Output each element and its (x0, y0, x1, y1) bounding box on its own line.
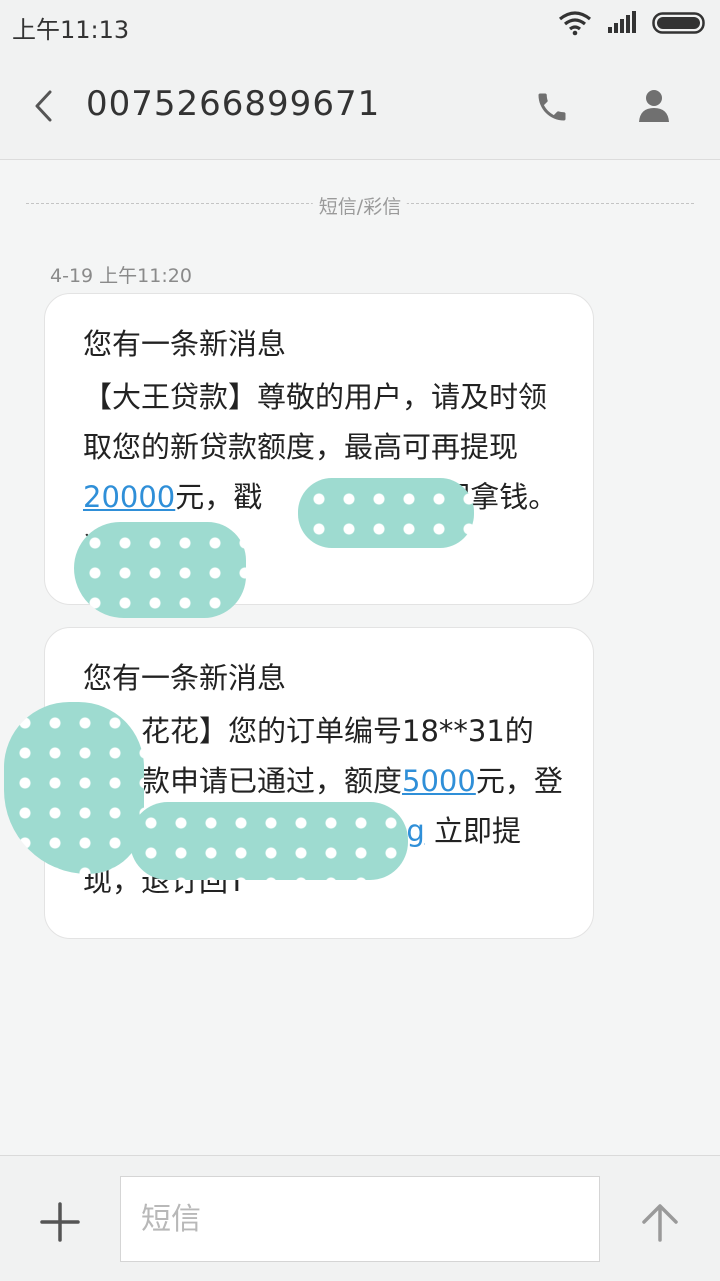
compose-bar (0, 1155, 720, 1281)
redaction-mark (130, 802, 408, 880)
redaction-mark (298, 478, 474, 548)
battery-icon (652, 12, 705, 34)
sms-input[interactable] (120, 1176, 600, 1262)
amount-link[interactable]: 20000 (83, 480, 175, 514)
send-arrow-icon[interactable] (640, 1200, 680, 1244)
conversation-title: 0075266899671 (86, 84, 381, 124)
signal-icon (608, 11, 636, 33)
back-arrow-icon[interactable] (28, 88, 58, 124)
app-bar: 0075266899671 (0, 52, 720, 160)
wifi-icon (559, 11, 591, 36)
message-text: 【大王贷款】尊敬的用户，请及时领取您的新贷款额度，最高可再提现 (83, 380, 548, 464)
plus-icon[interactable] (38, 1200, 82, 1244)
message-text: 款申请已通过，额度 (141, 764, 403, 798)
status-time: 上午11:13 (12, 16, 130, 44)
message-text: 元，戳 (175, 480, 263, 514)
message-text: 花花】您的订单编号18**31的 (141, 714, 534, 748)
message-heading: 您有一条新消息 (83, 327, 287, 361)
amount-link[interactable]: 5000 (402, 764, 476, 798)
status-icons (558, 10, 708, 36)
status-bar: 上午11:13 (0, 0, 720, 52)
redaction-mark (4, 702, 144, 874)
channel-divider: 短信/彩信 (26, 192, 694, 219)
redaction-mark (74, 522, 246, 618)
message-timestamp: 4-19 上午11:20 (50, 265, 192, 287)
url-link-end: g (406, 814, 425, 848)
message-heading: 您有一条新消息 (83, 661, 287, 695)
contact-icon[interactable] (636, 88, 672, 124)
phone-icon[interactable] (534, 89, 570, 125)
channel-label: 短信/彩信 (312, 192, 408, 219)
message-text: 元，登 (475, 764, 563, 798)
